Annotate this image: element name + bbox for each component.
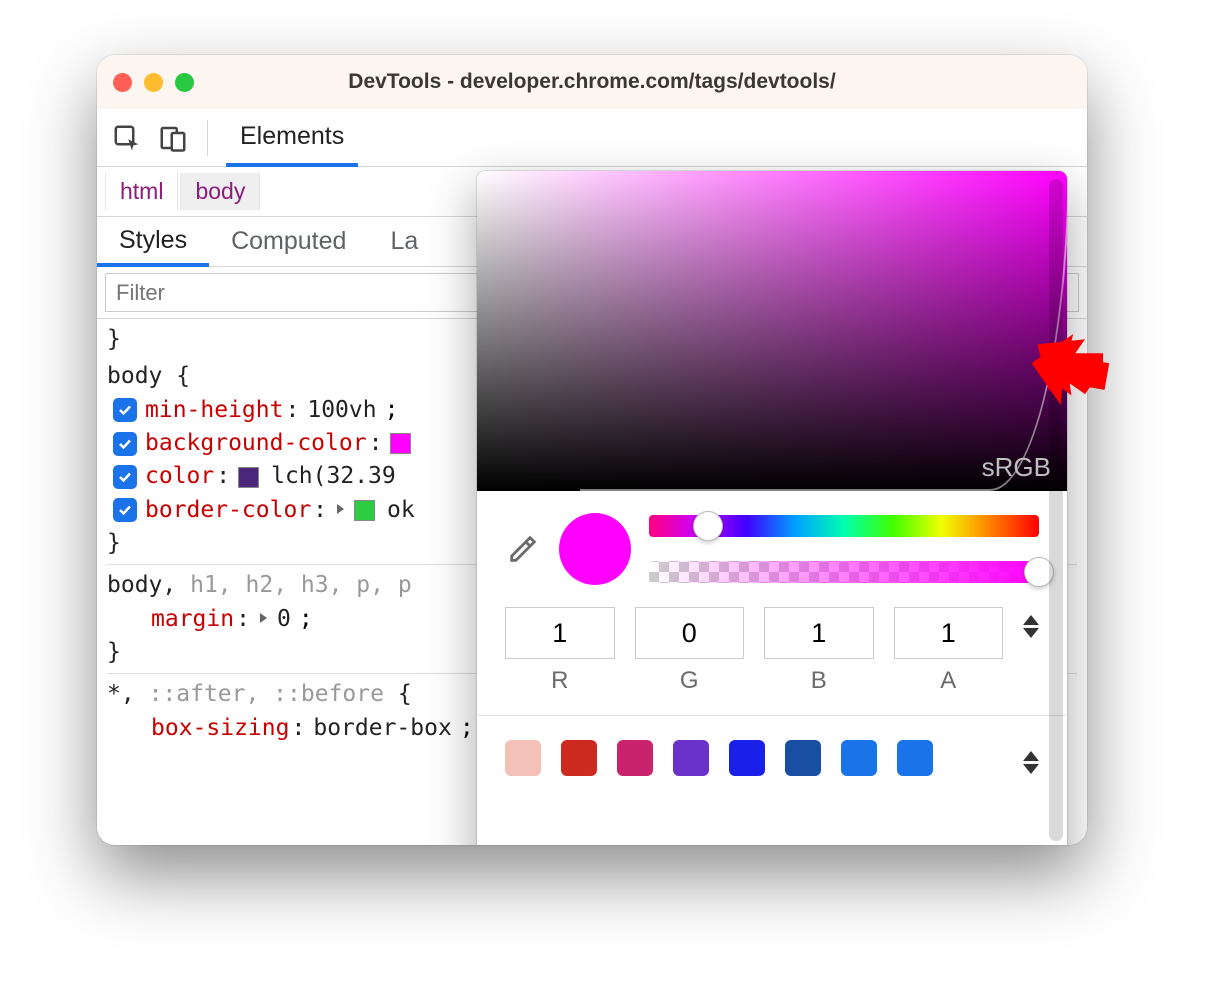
g-label: G bbox=[635, 667, 745, 695]
a-input[interactable] bbox=[894, 607, 1004, 659]
picker-controls bbox=[477, 491, 1067, 597]
palette-row bbox=[477, 715, 1067, 786]
palette-swatch[interactable] bbox=[673, 740, 709, 776]
color-spectrum[interactable]: sRGB bbox=[477, 171, 1067, 491]
g-input[interactable] bbox=[635, 607, 745, 659]
checkbox-enabled[interactable] bbox=[113, 498, 137, 522]
picker-sliders bbox=[649, 515, 1039, 583]
checkbox-enabled[interactable] bbox=[113, 432, 137, 456]
component-r: R bbox=[505, 607, 615, 695]
divider bbox=[207, 120, 208, 156]
alpha-slider[interactable] bbox=[649, 561, 1039, 583]
property-value: lch(32.39 bbox=[271, 460, 396, 493]
component-b: B bbox=[764, 607, 874, 695]
property-name: min-height bbox=[145, 394, 283, 427]
b-label: B bbox=[764, 667, 874, 695]
maximize-window-button[interactable] bbox=[175, 73, 194, 92]
chevron-up-icon[interactable] bbox=[1023, 751, 1039, 761]
palette-swatch[interactable] bbox=[505, 740, 541, 776]
format-stepper[interactable] bbox=[1023, 607, 1039, 638]
devtools-content: Elements html body Styles Computed La } … bbox=[97, 109, 1087, 845]
open-brace: { bbox=[176, 363, 190, 389]
palette-swatch[interactable] bbox=[617, 740, 653, 776]
window-title: DevTools - developer.chrome.com/tags/dev… bbox=[97, 70, 1087, 94]
close-window-button[interactable] bbox=[113, 73, 132, 92]
selector-body[interactable]: body bbox=[107, 363, 162, 389]
a-label: A bbox=[894, 667, 1004, 695]
chevron-down-icon[interactable] bbox=[1023, 628, 1039, 638]
open-brace: { bbox=[398, 681, 412, 707]
selector-rest[interactable]: h1, h2, h3, p, p bbox=[190, 572, 412, 598]
r-input[interactable] bbox=[505, 607, 615, 659]
property-name: box-sizing bbox=[151, 712, 289, 745]
property-name: color bbox=[145, 460, 214, 493]
palette-swatch[interactable] bbox=[841, 740, 877, 776]
gamut-boundary-line bbox=[580, 171, 1067, 491]
breadcrumb-body[interactable]: body bbox=[180, 173, 260, 210]
chevron-down-icon[interactable] bbox=[1023, 764, 1039, 774]
palette-swatch[interactable] bbox=[785, 740, 821, 776]
expand-icon[interactable] bbox=[337, 504, 344, 514]
subtab-styles[interactable]: Styles bbox=[97, 218, 209, 267]
main-toolbar: Elements bbox=[97, 109, 1087, 167]
r-label: R bbox=[505, 667, 615, 695]
annotation-arrow-icon bbox=[1022, 320, 1112, 410]
color-swatch[interactable] bbox=[238, 467, 259, 488]
eyedropper-icon[interactable] bbox=[505, 531, 541, 567]
color-swatch[interactable] bbox=[354, 500, 375, 521]
current-color-preview bbox=[559, 513, 631, 585]
palette-stepper[interactable] bbox=[1023, 743, 1039, 774]
hue-slider[interactable] bbox=[649, 515, 1039, 537]
component-a: A bbox=[894, 607, 1004, 695]
device-toggle-icon[interactable] bbox=[157, 122, 189, 154]
property-name: margin bbox=[151, 603, 234, 636]
color-picker: sRGB bbox=[477, 171, 1067, 845]
checkbox-enabled[interactable] bbox=[113, 398, 137, 422]
expand-icon[interactable] bbox=[260, 613, 267, 623]
checkbox-enabled[interactable] bbox=[113, 465, 137, 489]
breadcrumb-html[interactable]: html bbox=[105, 173, 178, 210]
property-value: border-box bbox=[313, 712, 451, 745]
color-swatch[interactable] bbox=[390, 433, 411, 454]
subtab-layout[interactable]: La bbox=[368, 217, 440, 266]
palette-swatch[interactable] bbox=[897, 740, 933, 776]
palette-swatch[interactable] bbox=[561, 740, 597, 776]
scrollbar[interactable] bbox=[1049, 179, 1063, 841]
selector-star[interactable]: *, bbox=[107, 681, 135, 707]
inspect-element-icon[interactable] bbox=[111, 122, 143, 154]
titlebar: DevTools - developer.chrome.com/tags/dev… bbox=[97, 55, 1087, 109]
property-name: background-color bbox=[145, 427, 367, 460]
subtab-computed[interactable]: Computed bbox=[209, 217, 368, 266]
hue-thumb[interactable] bbox=[693, 511, 723, 541]
property-value: 0 bbox=[277, 603, 291, 636]
property-value: ok bbox=[387, 494, 415, 527]
chevron-up-icon[interactable] bbox=[1023, 615, 1039, 625]
selector-rest[interactable]: ::after, ::before bbox=[149, 681, 384, 707]
devtools-window: DevTools - developer.chrome.com/tags/dev… bbox=[97, 55, 1087, 845]
gamut-label: sRGB bbox=[982, 452, 1051, 483]
property-value: 100vh bbox=[307, 394, 376, 427]
selector-body[interactable]: body, bbox=[107, 572, 176, 598]
palette-swatch[interactable] bbox=[729, 740, 765, 776]
window-controls bbox=[113, 73, 194, 92]
property-name: border-color bbox=[145, 494, 311, 527]
minimize-window-button[interactable] bbox=[144, 73, 163, 92]
component-g: G bbox=[635, 607, 745, 695]
color-component-inputs: R G B A bbox=[477, 597, 1067, 701]
tab-elements[interactable]: Elements bbox=[226, 110, 358, 167]
b-input[interactable] bbox=[764, 607, 874, 659]
